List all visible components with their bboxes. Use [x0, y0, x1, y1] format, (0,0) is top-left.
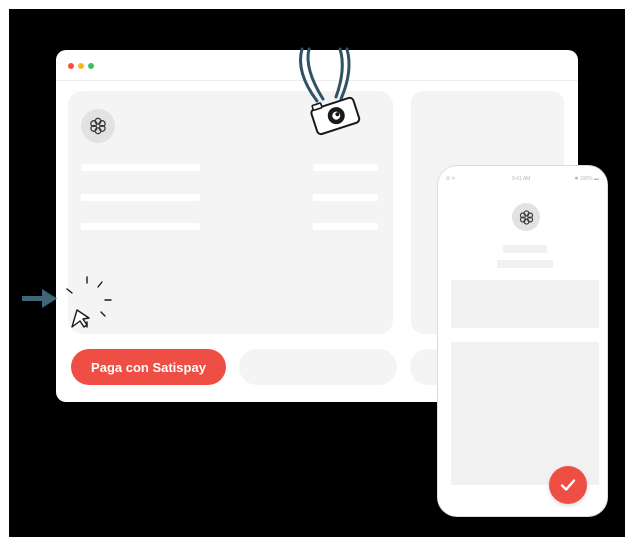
illustration-stage: Paga con Satispay ıll ᯤ 9:41 AM ✱ 100% ▬: [9, 9, 625, 537]
status-battery: ✱ 100% ▬: [574, 176, 599, 182]
placeholder-line: [81, 164, 200, 171]
phone-merchant-logo: [512, 203, 540, 231]
placeholder-line: [313, 223, 378, 230]
placeholder-line: [81, 223, 200, 230]
status-signal: ıll ᯤ: [446, 176, 456, 182]
placeholder-button: [239, 349, 397, 385]
placeholder-line: [503, 245, 547, 253]
placeholder-line: [313, 164, 378, 171]
placeholder-line: [497, 260, 553, 268]
placeholder-line: [313, 194, 378, 201]
camera-icon: [299, 47, 361, 136]
status-time: 9:41 AM: [512, 176, 531, 182]
checkmark-icon: [560, 479, 576, 491]
placeholder-line: [81, 194, 200, 201]
placeholder-block: [451, 342, 599, 485]
pay-with-satispay-button[interactable]: Paga con Satispay: [71, 349, 226, 385]
phone-mockup: ıll ᯤ 9:41 AM ✱ 100% ▬: [437, 165, 608, 517]
flower-logo-icon: [519, 209, 533, 225]
confirm-payment-button[interactable]: [549, 466, 587, 504]
placeholder-block: [451, 280, 599, 328]
pay-button-label: Paga con Satispay: [91, 359, 206, 375]
